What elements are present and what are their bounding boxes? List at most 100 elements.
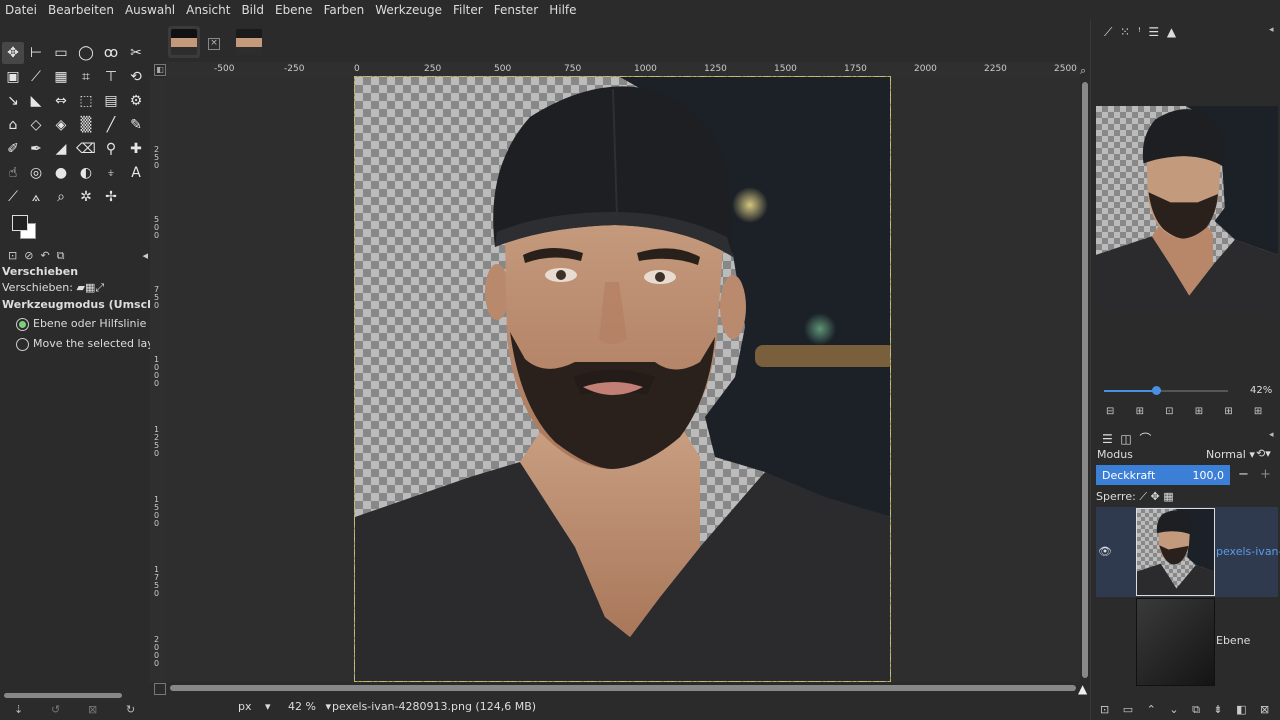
eraser-icon[interactable]: ⌫ — [75, 138, 97, 160]
menu-hilfe[interactable]: Hilfe — [544, 3, 582, 17]
dock-menu-icon[interactable]: ◂ — [142, 249, 148, 262]
menu-bild[interactable]: Bild — [236, 3, 270, 17]
tool-options-tab-icon[interactable]: ⊡ — [8, 249, 17, 262]
foreground-color-swatch[interactable] — [12, 215, 28, 231]
scrollbar-thumb[interactable] — [170, 685, 1076, 691]
zoom-in-icon[interactable]: ⊞ — [1136, 406, 1144, 417]
dock-menu-icon[interactable]: ◂ — [1269, 25, 1274, 35]
lock-position-icon[interactable]: ✥ — [1151, 490, 1160, 503]
navigate-icon[interactable]: ▲ — [1078, 682, 1087, 696]
paths-tab-icon[interactable]: ⌒ — [1139, 432, 1151, 446]
channels-tab-icon[interactable]: ◫ — [1120, 432, 1131, 446]
smudge-icon[interactable]: ☝ — [2, 162, 24, 184]
opacity-slider[interactable]: Deckkraft 100,0 — [1096, 465, 1230, 485]
navigator-icon[interactable]: ▲ — [1167, 25, 1176, 39]
layer-mask-icon[interactable]: ◧ — [1236, 703, 1246, 716]
layer-name[interactable]: pexels-ivan-42 — [1216, 545, 1280, 558]
clone-icon[interactable]: ⚲ — [100, 138, 122, 160]
device-status-tab-icon[interactable]: ⊘ — [24, 249, 33, 262]
toolbox-scrollbar[interactable] — [4, 693, 122, 698]
delete-options-icon[interactable]: ⊠ — [88, 703, 97, 716]
fuzzy-select-icon[interactable]: ⟋ — [25, 66, 47, 88]
image-tab-1[interactable] — [168, 26, 200, 58]
zoom-slider-knob[interactable] — [1152, 386, 1162, 395]
shrink-wrap-icon[interactable]: ⊞ — [1254, 406, 1262, 417]
menu-farben[interactable]: Farben — [319, 3, 371, 17]
menu-fenster[interactable]: Fenster — [489, 3, 545, 17]
quick-mask-toggle-icon[interactable] — [154, 683, 166, 695]
visibility-eye-icon[interactable]: 👁 — [1098, 545, 1112, 558]
ink-icon[interactable]: ✒ — [25, 138, 47, 160]
radio-move-selected[interactable]: Move the selected layers — [0, 337, 171, 351]
shear-icon[interactable]: ◣ — [25, 90, 47, 112]
menu-ansicht[interactable]: Ansicht — [181, 3, 236, 17]
move-tool-icon[interactable]: ✥ — [2, 42, 24, 64]
fill-window-icon[interactable]: ⊞ — [1224, 406, 1232, 417]
blur-icon[interactable]: ◎ — [25, 162, 47, 184]
align-tool-icon[interactable]: ⊢ — [25, 42, 47, 64]
move-selection-icon[interactable]: ▦ — [85, 281, 95, 294]
mode-select[interactable]: Normal ▾ — [1206, 448, 1255, 461]
image-tab-2[interactable] — [233, 26, 265, 58]
cage-icon[interactable]: ▤ — [100, 90, 122, 112]
paths-icon[interactable]: ⌂ — [2, 114, 24, 136]
text-tool-icon[interactable]: A — [125, 162, 147, 184]
layer-thumbnail[interactable] — [1136, 598, 1215, 686]
image-canvas[interactable] — [354, 76, 891, 682]
color-picker-icon[interactable]: ⟋ — [2, 186, 24, 208]
fg-bg-colors[interactable] — [10, 213, 40, 243]
horizontal-scrollbar[interactable] — [166, 682, 1080, 694]
burn-icon[interactable]: ◐ — [75, 162, 97, 184]
menu-auswahl[interactable]: Auswahl — [120, 3, 181, 17]
menu-datei[interactable]: Datei — [0, 3, 43, 17]
dodge-icon[interactable]: ● — [50, 162, 72, 184]
brushes-icon[interactable]: ⟋ — [1104, 25, 1112, 39]
rotate-icon[interactable]: ↘ — [2, 90, 24, 112]
crop-icon[interactable]: ⌗ — [75, 66, 97, 88]
navigator-zoom-slider[interactable] — [1104, 386, 1228, 395]
images-tab-icon[interactable]: ⧉ — [57, 249, 65, 262]
reset-options-icon[interactable]: ↻ — [126, 703, 135, 716]
quick-mask-corner-icon[interactable]: ◧ — [154, 64, 166, 76]
heal-icon[interactable]: ✚ — [125, 138, 147, 160]
zoom-out-icon[interactable]: ⊟ — [1106, 406, 1114, 417]
layer-thumbnail[interactable] — [1136, 508, 1215, 596]
menu-filter[interactable]: Filter — [448, 3, 489, 17]
ellipse-select-icon[interactable]: ◯ — [75, 42, 97, 64]
restore-options-icon[interactable]: ↺ — [51, 703, 60, 716]
close-icon[interactable]: × — [208, 38, 220, 50]
layer-row[interactable]: Ebene — [1096, 598, 1278, 686]
vertical-scrollbar[interactable] — [1080, 78, 1090, 682]
zoom-follow-icon[interactable]: ⌕ — [1080, 64, 1086, 78]
fonts-icon[interactable]: ꜝ — [1138, 25, 1141, 39]
transform-icon[interactable]: ⊤ — [100, 66, 122, 88]
delete-layer-icon[interactable]: ⊠ — [1260, 703, 1269, 716]
duplicate-layer-icon[interactable]: ⧉ — [1192, 703, 1200, 716]
unit-select[interactable]: px ▾ — [238, 700, 271, 713]
document-history-icon[interactable]: ☰ — [1148, 25, 1159, 39]
zoom-100-icon[interactable]: ⊡ — [1165, 406, 1173, 417]
patterns-icon[interactable]: ⁙ — [1120, 25, 1130, 39]
save-options-icon[interactable]: ⇣ — [14, 703, 23, 716]
scrollbar-thumb[interactable] — [1082, 82, 1088, 678]
paintbrush-icon[interactable]: ╱ — [100, 114, 122, 136]
layer-row-selected[interactable]: 👁 pexels-ivan-42 — [1096, 507, 1280, 597]
new-layer-icon[interactable]: ⊡ — [1100, 703, 1109, 716]
airbrush-icon[interactable]: ✐ — [2, 138, 24, 160]
unified-transform-icon[interactable]: ◇ — [25, 114, 47, 136]
foreground-select-icon[interactable]: ▣ — [2, 66, 24, 88]
navigator-preview[interactable] — [1096, 106, 1278, 311]
fit-image-icon[interactable]: ⊞ — [1195, 406, 1203, 417]
measure-icon[interactable]: ⍖ — [100, 162, 122, 184]
pencil-icon[interactable]: ✎ — [125, 114, 147, 136]
radio-button-on[interactable] — [16, 317, 29, 331]
rect-select-icon[interactable]: ▭ — [50, 42, 72, 64]
menu-werkzeuge[interactable]: Werkzeuge — [370, 3, 448, 17]
lock-pixels-icon[interactable]: ⟋ — [1139, 490, 1147, 503]
opacity-decrease-icon[interactable]: − — [1238, 467, 1249, 482]
scissors-icon[interactable]: ✂ — [125, 42, 147, 64]
flip-icon[interactable]: ⇔ — [50, 90, 72, 112]
warp-icon[interactable]: ⟲ — [125, 66, 147, 88]
lower-layer-icon[interactable]: ⌄ — [1169, 703, 1178, 716]
lasso-icon[interactable]: ꝏ — [100, 42, 122, 64]
